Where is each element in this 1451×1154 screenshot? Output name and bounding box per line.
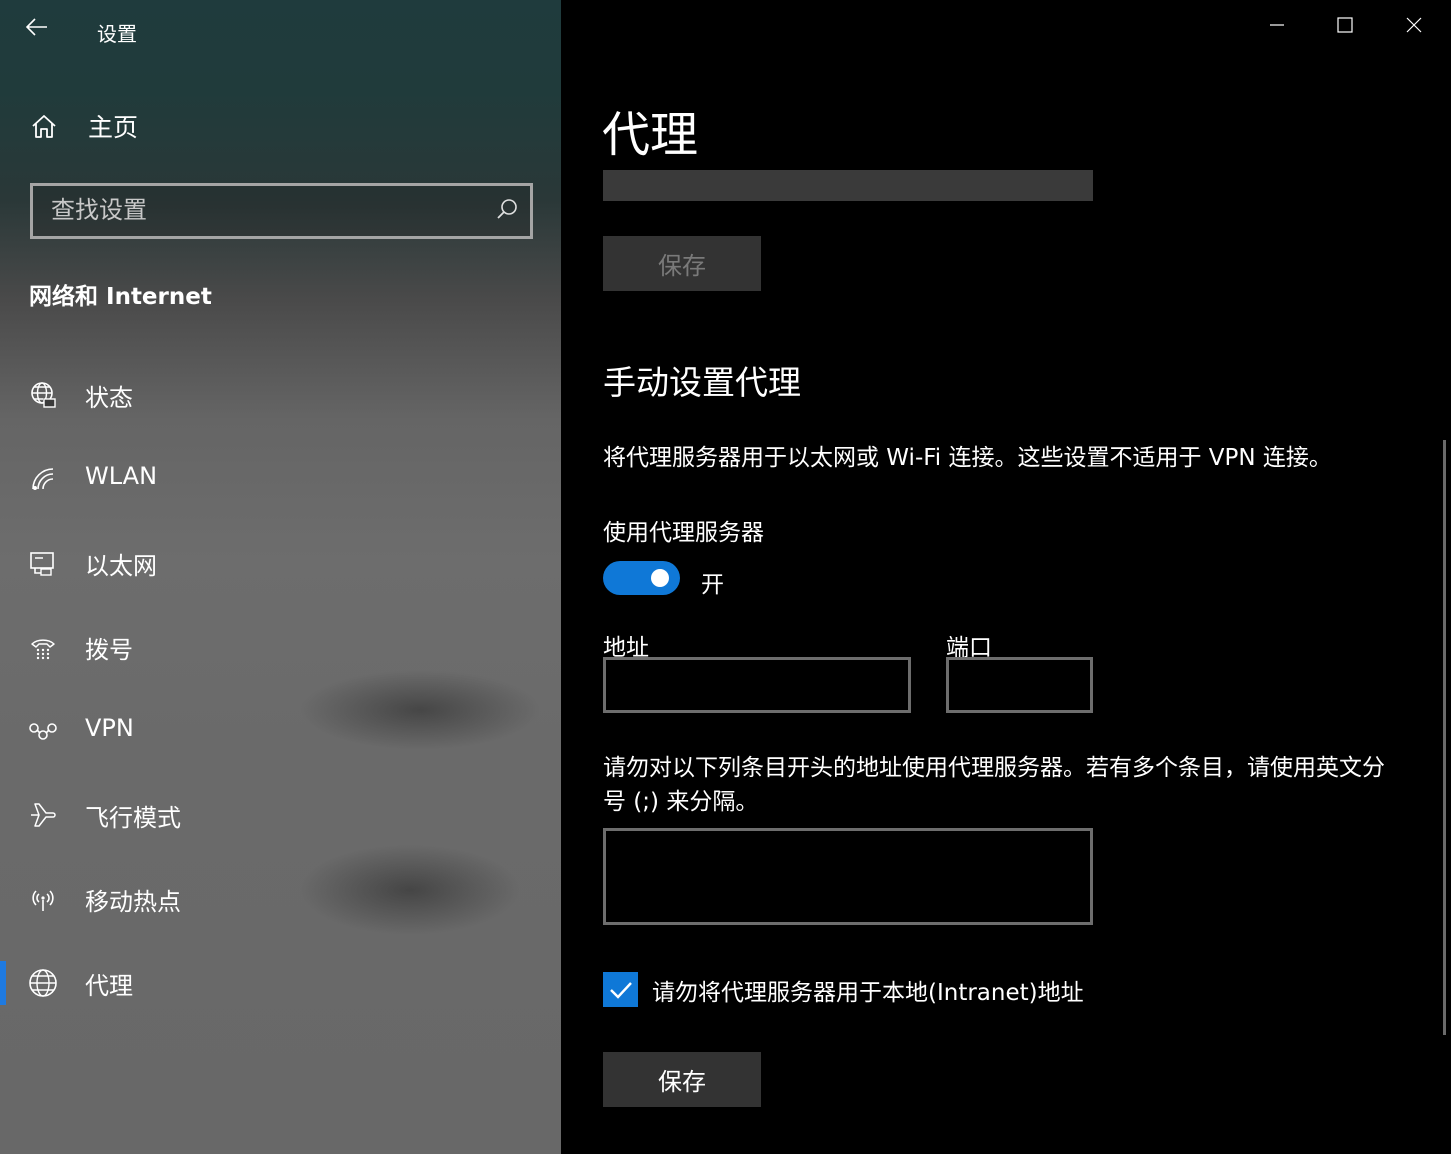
vpn-icon [28, 716, 58, 746]
sidebar-item-label: 状态 [85, 384, 133, 412]
sidebar-item-wlan[interactable]: WLAN [0, 449, 561, 509]
exceptions-input[interactable] [606, 831, 1090, 922]
use-proxy-label: 使用代理服务器 [603, 520, 764, 546]
script-address-field-partial[interactable] [603, 170, 1093, 201]
search-input[interactable] [51, 195, 471, 225]
sidebar-item-label: 代理 [85, 972, 133, 1000]
save-button-bottom[interactable]: 保存 [603, 1052, 761, 1107]
port-field-box [946, 657, 1093, 713]
sidebar-item-label: 以太网 [85, 552, 157, 580]
toggle-knob [651, 569, 669, 587]
address-field-box [603, 657, 911, 713]
globe-icon [28, 968, 58, 998]
wifi-icon [28, 464, 58, 494]
sidebar-item-proxy[interactable]: 代理 [0, 953, 561, 1013]
manual-proxy-heading: 手动设置代理 [603, 363, 801, 402]
sidebar-item-hotspot[interactable]: 移动热点 [0, 869, 561, 929]
close-icon [1406, 17, 1422, 33]
checkmark-icon [609, 981, 632, 999]
selected-indicator [0, 961, 6, 1005]
exceptions-label: 请勿对以下列条目开头的地址使用代理服务器。若有多个条目，请使用英文分号 (;) … [603, 755, 1385, 815]
sidebar-item-home[interactable]: 主页 [30, 108, 138, 144]
home-label: 主页 [88, 113, 139, 142]
page-title: 代理 [602, 107, 699, 163]
sidebar-item-label: 移动热点 [85, 888, 181, 916]
sidebar-item-status[interactable]: 状态 [0, 365, 561, 425]
globe-status-icon [28, 380, 58, 410]
back-arrow-icon [26, 18, 47, 36]
sidebar-item-airplane[interactable]: 飞行模式 [0, 785, 561, 845]
minimize-icon [1270, 24, 1284, 26]
port-input[interactable] [949, 660, 1090, 710]
sidebar-item-dialup[interactable]: 拨号 [0, 617, 561, 677]
maximize-button[interactable] [1311, 0, 1379, 50]
sidebar-item-ethernet[interactable]: 以太网 [0, 533, 561, 593]
search-box[interactable] [30, 183, 533, 239]
ethernet-icon [28, 548, 58, 578]
search-icon[interactable] [496, 198, 518, 220]
hotspot-icon [28, 884, 58, 914]
sidebar: 设置 主页 网络和 Internet 状态 [0, 0, 561, 1154]
use-proxy-toggle[interactable] [603, 561, 680, 595]
sidebar-item-label: 飞行模式 [85, 804, 181, 832]
exceptions-field-box [603, 828, 1093, 925]
close-button[interactable] [1380, 0, 1448, 50]
address-input[interactable] [606, 660, 908, 710]
scrollbar[interactable] [1443, 440, 1446, 1035]
home-icon [32, 115, 56, 138]
save-button-top: 保存 [603, 236, 761, 291]
maximize-icon [1337, 17, 1353, 33]
sidebar-item-label: VPN [85, 714, 134, 742]
back-button[interactable] [22, 12, 52, 42]
manual-proxy-description: 将代理服务器用于以太网或 Wi-Fi 连接。这些设置不适用于 VPN 连接。 [603, 445, 1332, 471]
local-bypass-checkbox[interactable] [603, 972, 638, 1007]
dialup-icon [28, 632, 58, 662]
sidebar-item-label: 拨号 [85, 636, 133, 664]
section-title: 网络和 Internet [29, 284, 212, 310]
minimize-button[interactable] [1243, 0, 1311, 50]
toggle-state-label: 开 [701, 572, 724, 598]
sidebar-item-vpn[interactable]: VPN [0, 701, 561, 761]
local-bypass-label[interactable]: 请勿将代理服务器用于本地(Intranet)地址 [652, 973, 1084, 1007]
app-title: 设置 [97, 22, 137, 46]
sidebar-item-label: WLAN [85, 462, 158, 490]
airplane-icon [28, 800, 58, 830]
